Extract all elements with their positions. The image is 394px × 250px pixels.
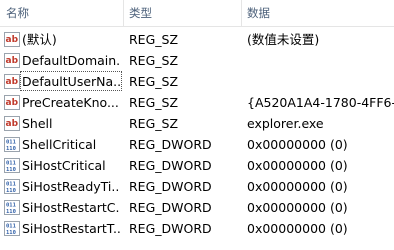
value-data: 0x00000000 (0): [247, 221, 348, 236]
dword-value-icon: 011110: [4, 137, 20, 152]
value-data: (数值未设置): [247, 32, 320, 47]
dword-value-icon: 011110: [4, 179, 20, 194]
value-data: 0x00000000 (0): [247, 179, 348, 194]
value-name: SiHostCritical: [22, 158, 106, 173]
svg-text:ab: ab: [6, 119, 19, 129]
value-data: 0x00000000 (0): [247, 200, 348, 215]
svg-text:110: 110: [6, 188, 16, 194]
value-type: REG_DWORD: [129, 179, 212, 194]
value-data: 0x00000000 (0): [247, 158, 348, 173]
value-name: SiHostReadyTi...: [22, 179, 120, 194]
value-name: DefaultDomain...: [22, 53, 120, 68]
svg-text:011: 011: [6, 224, 17, 230]
registry-value-row[interactable]: 011 110 ShellCritical REG_DWORD 0x00000000 (…: [0, 134, 394, 155]
string-value-icon: ab: [4, 32, 20, 47]
value-data: [247, 50, 394, 71]
column-header-type[interactable]: 类型: [123, 0, 241, 26]
value-type: REG_SZ: [129, 32, 179, 47]
registry-value-row[interactable]: ab DefaultUserNa... REG_SZ: [0, 71, 394, 92]
value-type: REG_SZ: [129, 116, 179, 131]
value-name: DefaultUserNa...: [22, 74, 120, 89]
value-name: PreCreateKno...: [22, 95, 119, 110]
svg-text:110: 110: [6, 146, 16, 152]
registry-value-row[interactable]: 011 110 SiHostCritical REG_DWORD 0x00000000 …: [0, 155, 394, 176]
svg-text:110: 110: [6, 230, 16, 236]
value-data: explorer.exe: [247, 116, 324, 131]
value-name: Shell: [22, 116, 53, 131]
value-data: [247, 71, 394, 92]
svg-text:011: 011: [6, 161, 17, 167]
svg-text:ab: ab: [6, 77, 19, 87]
value-name: (默认): [22, 32, 57, 47]
svg-text:011: 011: [6, 203, 17, 209]
dword-value-icon: 011110: [4, 158, 20, 173]
column-header-data[interactable]: 数据: [241, 0, 394, 26]
svg-text:ab: ab: [6, 35, 19, 45]
registry-value-row[interactable]: 011 110 SiHostRestartC... REG_DWORD 0x000000…: [0, 197, 394, 218]
value-type: REG_DWORD: [129, 200, 212, 215]
svg-text:ab: ab: [6, 56, 19, 66]
value-name: SiHostRestartC...: [22, 200, 120, 215]
value-type: REG_SZ: [129, 74, 179, 89]
value-type: REG_SZ: [129, 53, 179, 68]
string-value-icon: ab: [4, 53, 20, 68]
value-type: REG_DWORD: [129, 221, 212, 236]
column-header-name[interactable]: 名称: [0, 0, 123, 26]
value-type: REG_DWORD: [129, 158, 212, 173]
string-value-icon: ab: [4, 95, 20, 110]
dword-value-icon: 011110: [4, 200, 20, 215]
registry-value-row[interactable]: ab DefaultDomain... REG_SZ: [0, 50, 394, 71]
svg-text:110: 110: [6, 167, 16, 173]
dword-value-icon: 011110: [4, 221, 20, 236]
value-type: REG_DWORD: [129, 137, 212, 152]
registry-value-row[interactable]: 011 110 SiHostRestartT... REG_DWORD 0x000000…: [0, 218, 394, 239]
value-data: {A520A1A4-1780-4FF6-BD: [247, 95, 394, 110]
string-value-icon: ab: [4, 74, 20, 89]
registry-value-row[interactable]: ab Shell REG_SZ explorer.exe: [0, 113, 394, 134]
column-header-bar: 名称 类型 数据: [0, 0, 394, 27]
registry-value-row[interactable]: ab PreCreateKno... REG_SZ {A520A1A4-1780-4F…: [0, 92, 394, 113]
svg-text:011: 011: [6, 140, 17, 146]
value-name: ShellCritical: [22, 137, 97, 152]
value-name: SiHostRestartT...: [22, 221, 120, 236]
value-type: REG_SZ: [129, 95, 179, 110]
svg-text:ab: ab: [6, 98, 19, 108]
value-data: 0x00000000 (0): [247, 137, 348, 152]
string-value-icon: ab: [4, 116, 20, 131]
registry-value-row[interactable]: ab (默认) REG_SZ (数值未设置): [0, 29, 394, 50]
svg-text:110: 110: [6, 209, 16, 215]
registry-value-row[interactable]: 011 110 SiHostReadyTi... REG_DWORD 0x0000000…: [0, 176, 394, 197]
svg-text:011: 011: [6, 182, 17, 188]
